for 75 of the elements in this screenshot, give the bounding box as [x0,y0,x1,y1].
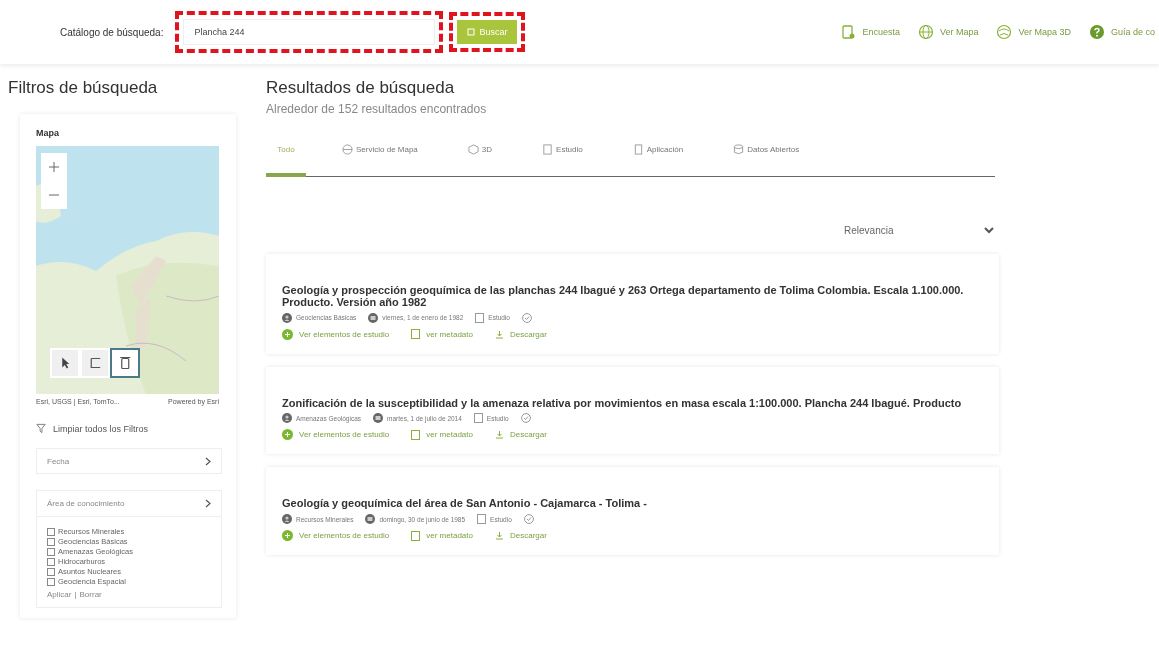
cube-icon [467,144,479,155]
header-link[interactable]: Ver Mapa 3D [996,24,1071,40]
header-link[interactable]: Encuesta [840,24,900,40]
download-link[interactable]: Descargar [495,329,547,339]
plus-circle-icon [282,429,293,441]
map-tool-button[interactable] [52,350,78,376]
chevron-down-icon [984,226,994,234]
filter-tab[interactable]: Aplicación [632,138,684,177]
filter-tab[interactable]: Estudio [542,138,583,177]
chevron-right-icon [205,499,211,508]
sidebar-title: Filtros de búsqueda [8,78,159,98]
header-link[interactable]: Guía de co [1088,24,1155,40]
view-elements-link[interactable]: Ver elementos de estudio [282,429,390,441]
pointer-icon [59,357,71,369]
map-label: Mapa [36,128,60,138]
sort-dropdown[interactable]: Relevancia [844,224,994,236]
result-title[interactable]: Zonificación de la susceptibilidad y la amenaza relativa por movimientos en masa escala 1:100.000. Plancha 244 Ibagué. Producto [282,396,983,410]
database-icon [733,144,745,155]
document-icon [475,312,485,323]
clear-link[interactable]: Borrar [79,590,102,599]
download-link[interactable]: Descargar [495,531,547,541]
clipboard-icon [840,24,857,40]
search-label: Catálogo de búsqueda: [60,26,164,38]
document-icon [411,530,421,541]
map-tool-button[interactable] [82,350,108,376]
date-filter[interactable]: Fecha [36,448,222,474]
apply-link[interactable]: Aplicar [47,590,72,599]
check-circle-icon [522,312,532,323]
plus-icon [48,161,60,173]
document-icon [411,429,421,440]
results-title: Resultados de búsqueda [266,78,456,98]
map-tool-button[interactable] [112,350,138,376]
plus-circle-icon [282,530,293,542]
globe-icon [917,24,934,40]
person-icon [282,514,292,525]
result-title[interactable]: Geología y geoquímica del área de San Antonio - Cajamarca - Tolima - [282,497,983,511]
check-circle-icon [520,413,531,424]
view-elements-link[interactable]: Ver elementos de estudio [282,530,390,542]
download-icon [495,329,504,339]
filter-tab[interactable]: Datos Abiertos [733,138,800,177]
separator: | [74,590,77,599]
calendar-icon [365,514,376,525]
page-icon [632,144,644,155]
plus-circle-icon [282,328,293,340]
person-icon [282,312,292,323]
trash-icon [119,357,131,369]
document-icon [542,144,554,155]
metadata-link[interactable]: ver metadato [411,429,473,440]
result-title[interactable]: Geología y prospección geoquímica de las planchas 244 Ibagué y 263 Ortega departamento de Tolima Colombia. Escala 1.100.000. Producto. Versión año 1982 [282,283,983,309]
document-icon [473,413,483,424]
download-icon [495,531,504,541]
document-icon [477,514,487,525]
metadata-link[interactable]: ver metadato [411,329,473,340]
filter-icon [36,423,47,434]
chevron-right-icon [205,456,211,466]
download-link[interactable]: Descargar [495,430,547,440]
filter-tab[interactable]: Servicio de Mapa [342,138,418,177]
person-icon [282,413,292,424]
globe-icon [996,24,1013,40]
view-elements-link[interactable]: Ver elementos de estudio [282,328,390,340]
search-icon [467,28,476,36]
calendar-icon [373,413,384,424]
download-icon [495,430,504,440]
calendar-icon [368,312,379,323]
filter-tab[interactable]: 3D [467,138,493,177]
search-field[interactable]: Plancha 244 [183,19,436,45]
help-icon [1088,24,1105,40]
check-circle-icon [523,514,534,525]
metadata-link[interactable]: ver metadato [411,530,473,541]
document-icon [411,329,421,340]
filter-tab[interactable]: Todo [266,138,306,177]
header-link[interactable]: Ver Mapa [917,24,979,40]
globe-icon [342,144,353,155]
clear-filters-link[interactable]: Limpiar todos los Filtros [36,423,230,434]
results-count: Alrededor de 152 resultados encontrados [266,102,488,116]
